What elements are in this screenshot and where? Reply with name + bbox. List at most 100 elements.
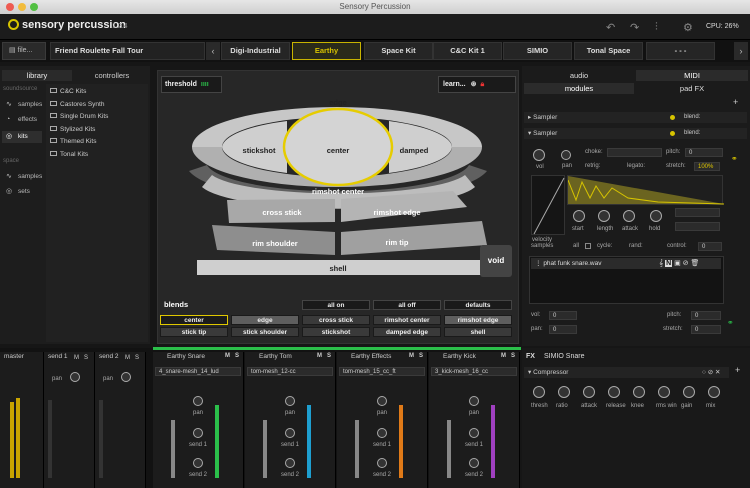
redo-icon[interactable]: ↷: [630, 21, 639, 34]
fx-knee-knob[interactable]: [633, 386, 645, 398]
void-button[interactable]: void: [480, 245, 512, 277]
pan-knob[interactable]: [193, 396, 203, 406]
blend-rimshot-edge[interactable]: rimshot edge: [444, 315, 512, 325]
nav-space-samples[interactable]: ∿ samples: [2, 171, 42, 183]
blend-rimshot-center[interactable]: rimshot center: [373, 315, 441, 325]
mute-button[interactable]: M: [409, 353, 414, 359]
fx-add-icon[interactable]: +: [735, 365, 740, 375]
blend-damped-edge[interactable]: damped edge: [373, 327, 441, 337]
blend-edge[interactable]: edge: [231, 315, 299, 325]
solo-button[interactable]: S: [84, 355, 88, 361]
close-window-button[interactable]: [6, 3, 14, 11]
sampler-hold-knob[interactable]: [650, 210, 662, 222]
fx-ratio-knob[interactable]: [558, 386, 570, 398]
all-off-button[interactable]: all off: [373, 300, 441, 310]
fx-attack-knob[interactable]: [583, 386, 595, 398]
nav-samples[interactable]: ∿ samples: [2, 99, 42, 111]
pan-knob[interactable]: [285, 396, 295, 406]
mute-button[interactable]: M: [225, 353, 230, 359]
kit-folder-item[interactable]: Castores Synth: [50, 100, 104, 108]
mixer-settings-icon[interactable]: ⫶: [655, 21, 658, 34]
nav-kits[interactable]: ◎ kits: [2, 131, 42, 143]
tab-library[interactable]: library: [2, 70, 72, 81]
mute-button[interactable]: M: [74, 355, 79, 361]
tab-pad-fx[interactable]: pad FX: [636, 83, 748, 94]
pan-knob[interactable]: [561, 150, 571, 160]
defaults-button[interactable]: defaults: [444, 300, 512, 310]
pan-knob[interactable]: [377, 396, 387, 406]
settings-gear-icon[interactable]: ⚙: [683, 21, 693, 34]
pitch-field-2[interactable]: 0: [691, 311, 721, 320]
blend-stickshot[interactable]: stickshot: [302, 327, 370, 337]
blend-stick-shoulder[interactable]: stick shoulder: [231, 327, 299, 337]
velocity-curve[interactable]: [531, 175, 565, 235]
compressor-header[interactable]: ▾ Compressor ○ ⊘ ✕: [524, 367, 729, 378]
kit-name[interactable]: Friend Roulette Fall Tour: [50, 42, 205, 60]
model-select[interactable]: tom-mesh_15_cc_ft: [339, 367, 425, 376]
zone-rim-tip[interactable]: [341, 221, 487, 255]
vol-knob[interactable]: [533, 149, 545, 161]
kit-tab-2[interactable]: Earthy: [292, 42, 361, 60]
threshold-button[interactable]: threshold ıııı: [161, 76, 222, 93]
kit-folder-item[interactable]: Tonal Kits: [50, 150, 88, 158]
model-select[interactable]: tom-mesh_12-cc: [247, 367, 333, 376]
choke-select[interactable]: [607, 148, 662, 157]
sample-row[interactable]: ⋮ phat funk snare.wav 𝄞 N ▣ ⊘ 🗑︎: [531, 258, 721, 269]
send-1-knob[interactable]: [193, 428, 203, 438]
kit-folder-item[interactable]: Stylized Kits: [50, 125, 95, 133]
fx-release-knob[interactable]: [608, 386, 620, 398]
mute-button[interactable]: M: [501, 353, 506, 359]
pan-field[interactable]: 0: [549, 325, 577, 334]
stretch-field-2[interactable]: 0: [691, 325, 721, 334]
learn-button[interactable]: learn... ⊛ 🔒︎: [438, 76, 516, 93]
pan-knob[interactable]: [70, 372, 80, 382]
file-button[interactable]: ▤ file...: [2, 42, 46, 60]
kit-tab-6[interactable]: Tonal Space: [574, 42, 643, 60]
model-select[interactable]: 3_kick-mesh_16_cc: [431, 367, 517, 376]
fx-gain-knob[interactable]: [683, 386, 695, 398]
link-icon-2[interactable]: ⚭: [727, 318, 734, 327]
solo-button[interactable]: S: [235, 353, 239, 359]
nav-effects[interactable]: ◔ effects: [2, 114, 42, 126]
mute-button[interactable]: M: [317, 353, 322, 359]
kit-folder-item[interactable]: Themed Kits: [50, 138, 97, 145]
send-2-knob[interactable]: [285, 458, 295, 468]
blend-center[interactable]: center: [160, 315, 228, 325]
blend-shell[interactable]: shell: [444, 327, 512, 337]
minimize-window-button[interactable]: [18, 3, 26, 11]
send-2-knob[interactable]: [193, 458, 203, 468]
solo-button[interactable]: S: [419, 353, 423, 359]
kit-folder-item[interactable]: Single Drum Kits: [50, 113, 108, 120]
tab-midi[interactable]: MIDI: [636, 70, 748, 81]
tab-controllers[interactable]: controllers: [74, 70, 150, 81]
kit-tab-1[interactable]: Digi-Industrial: [221, 42, 290, 60]
kit-folder-item[interactable]: C&C Kits: [50, 88, 86, 95]
undo-icon[interactable]: ↶: [606, 21, 615, 34]
sample-range-field-2[interactable]: [675, 222, 720, 231]
control-field[interactable]: 0: [698, 242, 722, 251]
kit-tab-7[interactable]: - - -: [646, 42, 715, 60]
all-on-button[interactable]: all on: [302, 300, 370, 310]
sampler-start-knob[interactable]: [573, 210, 585, 222]
add-module-icon[interactable]: +: [733, 97, 738, 107]
sampler-attack-knob[interactable]: [623, 210, 635, 222]
send-1-knob[interactable]: [469, 428, 479, 438]
pan-knob[interactable]: [121, 372, 131, 382]
prev-kit-arrow-icon[interactable]: ‹: [206, 42, 220, 60]
model-select[interactable]: 4_snare-mesh_14_lud: [155, 367, 241, 376]
solo-button[interactable]: S: [135, 355, 139, 361]
kit-tab-4[interactable]: C&C Kit 1: [433, 42, 502, 60]
sampler-1-header[interactable]: ▸ Sampler blend:: [524, 112, 747, 123]
pan-knob[interactable]: [469, 396, 479, 406]
nav-sets[interactable]: ◎ sets: [2, 186, 42, 198]
lock-icon[interactable]: 🔒︎: [480, 81, 484, 88]
waveform-display[interactable]: [567, 175, 725, 205]
zoom-window-button[interactable]: [30, 3, 38, 11]
sampler-length-knob[interactable]: [598, 210, 610, 222]
mute-button[interactable]: M: [125, 355, 130, 361]
fx-mix-knob[interactable]: [708, 386, 720, 398]
sampler-2-header[interactable]: ▾ Sampler blend:: [524, 128, 747, 139]
solo-button[interactable]: S: [327, 353, 331, 359]
blend-cross-stick[interactable]: cross stick: [302, 315, 370, 325]
next-kit-arrow-icon[interactable]: ›: [734, 42, 748, 60]
